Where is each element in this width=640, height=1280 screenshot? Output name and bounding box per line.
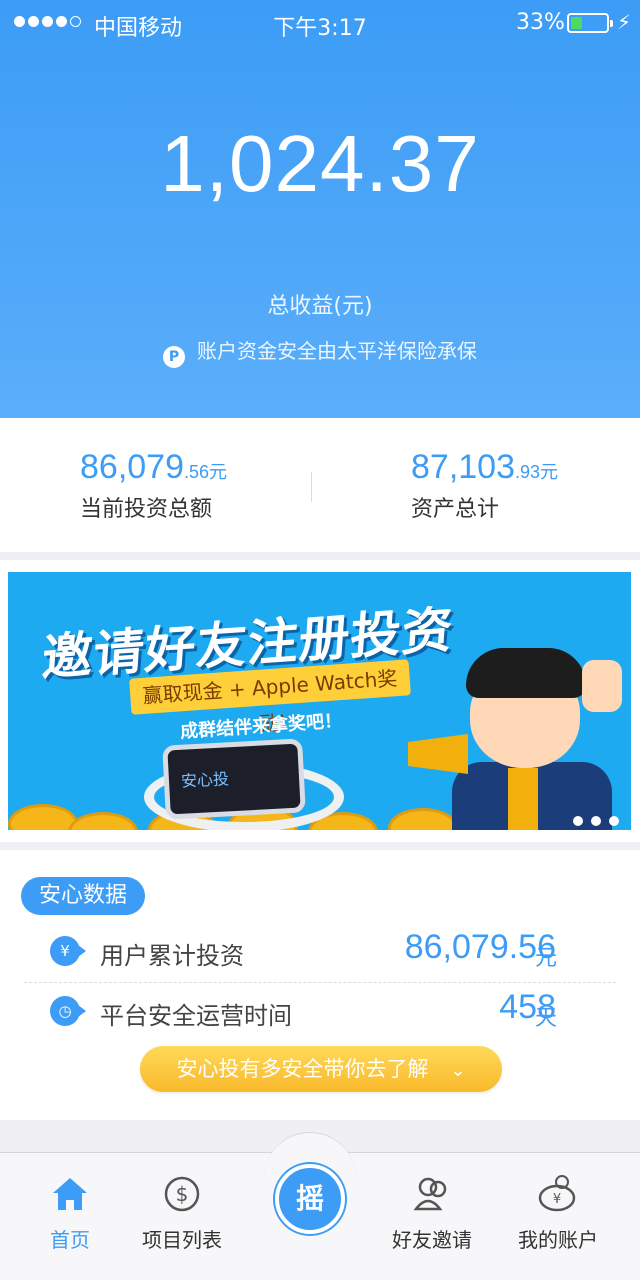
total-assets-decimal: .93元	[515, 462, 559, 482]
total-assets[interactable]: 87,103.93元 资产总计	[411, 448, 558, 523]
cumulative-investment-value: 86,079.56	[404, 928, 556, 966]
insurance-note-text: 账户资金安全由太平洋保险承保	[197, 339, 477, 363]
app-screen: 中国移动 下午3:17 33% ⚡ 1,024.37 总收益(元) P 账户资金安…	[0, 0, 640, 1280]
banner-section: 邀请好友注册投资 赢取现金 + Apple Watch奖励! 成群结伴来拿奖吧！…	[0, 560, 640, 842]
mascot-tie	[508, 768, 538, 830]
current-investment-label: 当前投资总额	[80, 497, 213, 522]
mascot-hair	[466, 648, 586, 698]
tab-home-label: 首页	[50, 1228, 90, 1252]
megaphone-icon	[408, 734, 468, 774]
earnings-header: 中国移动 下午3:17 33% ⚡ 1,024.37 总收益(元) P 账户资金安…	[0, 0, 640, 418]
tab-my-account-label: 我的账户	[518, 1228, 598, 1252]
safety-data-section: 安心数据 ¥ 用户累计投资 86,079.56 元 ◷ 平台安全运营时间 458…	[0, 850, 640, 1120]
charging-icon: ⚡	[617, 10, 632, 34]
battery-icon	[567, 13, 613, 33]
friends-icon	[372, 1172, 492, 1216]
tab-home[interactable]: 首页	[10, 1172, 130, 1253]
shake-button[interactable]: 摇	[275, 1164, 345, 1234]
cumulative-investment-label: 用户累计投资	[100, 942, 244, 970]
total-income-label: 总收益(元)	[267, 294, 373, 319]
carousel-dots[interactable]	[573, 816, 619, 826]
thumbs-up-icon	[582, 660, 622, 712]
insurance-logo-icon: P	[163, 346, 185, 368]
tab-projects-label: 项目列表	[142, 1228, 222, 1252]
dollar-icon: $	[122, 1172, 242, 1216]
status-bar: 中国移动 下午3:17 33% ⚡	[0, 0, 640, 46]
home-icon	[10, 1172, 130, 1216]
learn-safety-label: 安心投有多安全带你去了解	[176, 1057, 429, 1081]
learn-safety-button[interactable]: 安心投有多安全带你去了解 ⌄	[140, 1046, 502, 1092]
tab-projects[interactable]: $ 项目列表	[122, 1172, 242, 1253]
safety-data-tag: 安心数据	[21, 877, 145, 915]
tab-invite-friends[interactable]: 好友邀请	[372, 1172, 492, 1253]
current-investment-value: 86,079	[80, 448, 184, 486]
current-investment-decimal: .56元	[184, 462, 228, 482]
piggy-bank-icon: ¥	[498, 1172, 618, 1216]
total-income-value[interactable]: 1,024.37	[0, 118, 640, 210]
svg-text:¥: ¥	[553, 1192, 561, 1207]
cumulative-investment-row: ¥ 用户累计投资 86,079.56 元	[0, 924, 640, 980]
clock-icon: ◷	[50, 996, 86, 1026]
battery-percent: 33%	[516, 10, 565, 35]
operation-time-unit: 天	[535, 1006, 558, 1031]
summary-divider	[311, 472, 312, 502]
watch-brand: 安心投	[180, 769, 230, 791]
promo-banner[interactable]: 邀请好友注册投资 赢取现金 + Apple Watch奖励! 成群结伴来拿奖吧！…	[8, 572, 631, 830]
row-divider	[24, 982, 616, 983]
current-investment[interactable]: 86,079.56元 当前投资总额	[80, 448, 227, 523]
total-assets-label: 资产总计	[411, 497, 500, 522]
svg-text:$: $	[176, 1182, 189, 1206]
tab-invite-friends-label: 好友邀请	[392, 1228, 472, 1252]
yen-icon: ¥	[50, 936, 86, 966]
chevron-down-icon: ⌄	[450, 1060, 466, 1081]
operation-time-row: ◷ 平台安全运营时间 458 天	[0, 984, 640, 1040]
banner-subtitle: 成群结伴来拿奖吧！	[179, 710, 343, 743]
insurance-note: P 账户资金安全由太平洋保险承保	[0, 335, 640, 368]
operation-time-label: 平台安全运营时间	[100, 1002, 292, 1030]
cumulative-investment-unit: 元	[535, 946, 558, 971]
apple-watch-image: 安心投	[162, 738, 306, 820]
tab-my-account[interactable]: ¥ 我的账户	[498, 1172, 618, 1253]
total-assets-value: 87,103	[411, 448, 515, 486]
summary-card: 86,079.56元 当前投资总额 87,103.93元 资产总计	[0, 418, 640, 552]
